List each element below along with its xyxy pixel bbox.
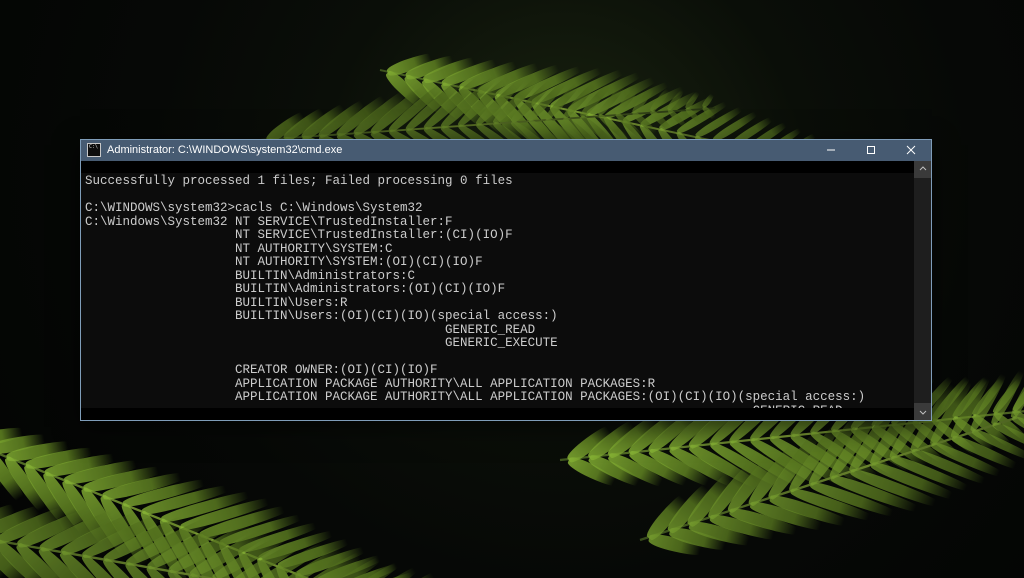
window-controls bbox=[811, 140, 931, 161]
cmd-window: Administrator: C:\WINDOWS\system32\cmd.e… bbox=[80, 139, 932, 421]
window-title: Administrator: C:\WINDOWS\system32\cmd.e… bbox=[107, 144, 811, 156]
terminal-output[interactable]: Successfully processed 1 files; Failed p… bbox=[81, 173, 914, 407]
maximize-button[interactable] bbox=[851, 140, 891, 161]
scroll-down-button[interactable] bbox=[914, 403, 931, 420]
vertical-scrollbar[interactable] bbox=[914, 161, 931, 420]
window-client-area: Successfully processed 1 files; Failed p… bbox=[81, 161, 931, 420]
close-button[interactable] bbox=[891, 140, 931, 161]
titlebar[interactable]: Administrator: C:\WINDOWS\system32\cmd.e… bbox=[81, 140, 931, 161]
minimize-button[interactable] bbox=[811, 140, 851, 161]
desktop-wallpaper: Administrator: C:\WINDOWS\system32\cmd.e… bbox=[0, 0, 1024, 578]
cmd-icon bbox=[87, 143, 101, 157]
scroll-up-button[interactable] bbox=[914, 161, 931, 178]
scroll-track[interactable] bbox=[914, 178, 931, 403]
